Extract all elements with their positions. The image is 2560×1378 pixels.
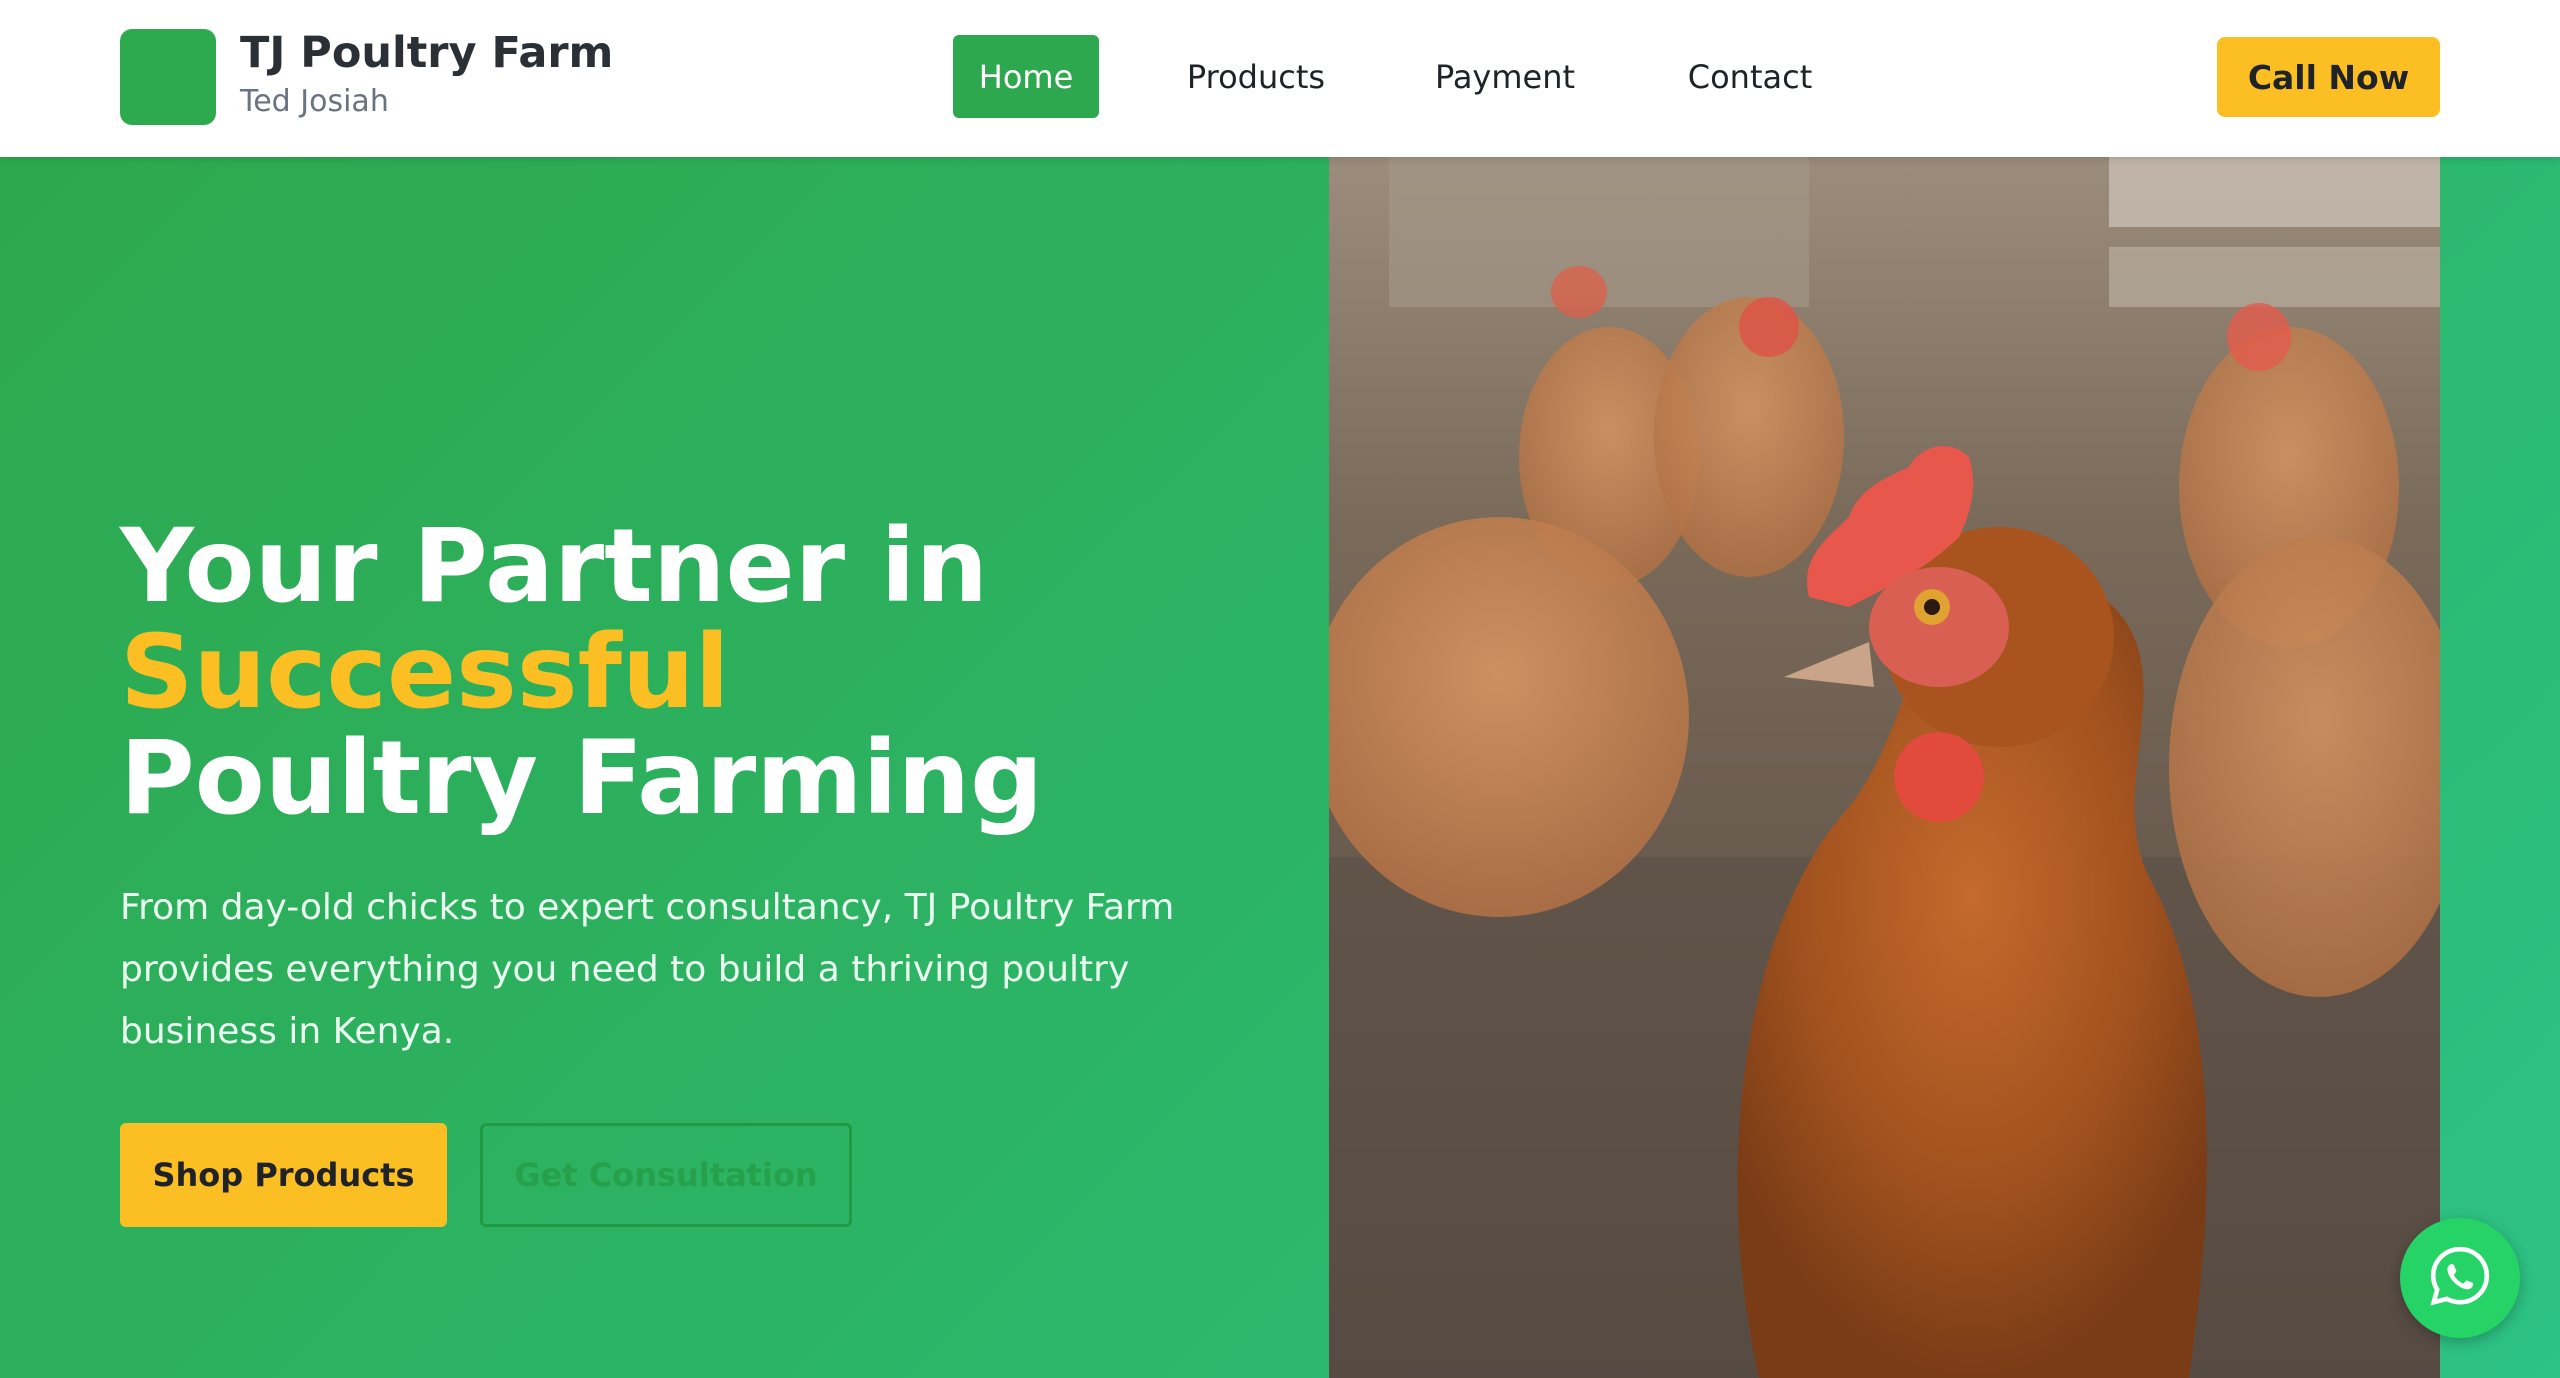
site-header: TJ Poultry Farm Ted Josiah Home Products…	[0, 0, 2560, 157]
logo-icon[interactable]	[120, 29, 216, 125]
hero-title: Your Partner in Successful Poultry Farmi…	[120, 514, 1043, 832]
hero-section: Your Partner in Successful Poultry Farmi…	[0, 157, 2560, 1378]
whatsapp-button[interactable]	[2400, 1218, 2520, 1338]
get-consultation-button[interactable]: Get Consultation	[480, 1123, 852, 1227]
hero-title-line3: Poultry Farming	[120, 719, 1044, 838]
nav-item-products[interactable]: Products	[1170, 35, 1342, 118]
nav-item-payment[interactable]: Payment	[1425, 35, 1585, 118]
brand-name[interactable]: TJ Poultry Farm	[240, 28, 613, 78]
hero-description: From day-old chicks to expert consultanc…	[120, 887, 1175, 1052]
shop-products-button[interactable]: Shop Products	[120, 1123, 447, 1227]
brand-owner: Ted Josiah	[240, 84, 389, 119]
call-now-button[interactable]: Call Now	[2217, 37, 2440, 117]
whatsapp-icon	[2427, 1243, 2493, 1313]
hero-image	[1329, 157, 2440, 1378]
hero-title-accent: Successful	[120, 613, 730, 732]
nav-item-home[interactable]: Home	[953, 35, 1099, 118]
hero-title-line1: Your Partner in	[120, 507, 989, 626]
nav-item-contact[interactable]: Contact	[1680, 35, 1820, 118]
